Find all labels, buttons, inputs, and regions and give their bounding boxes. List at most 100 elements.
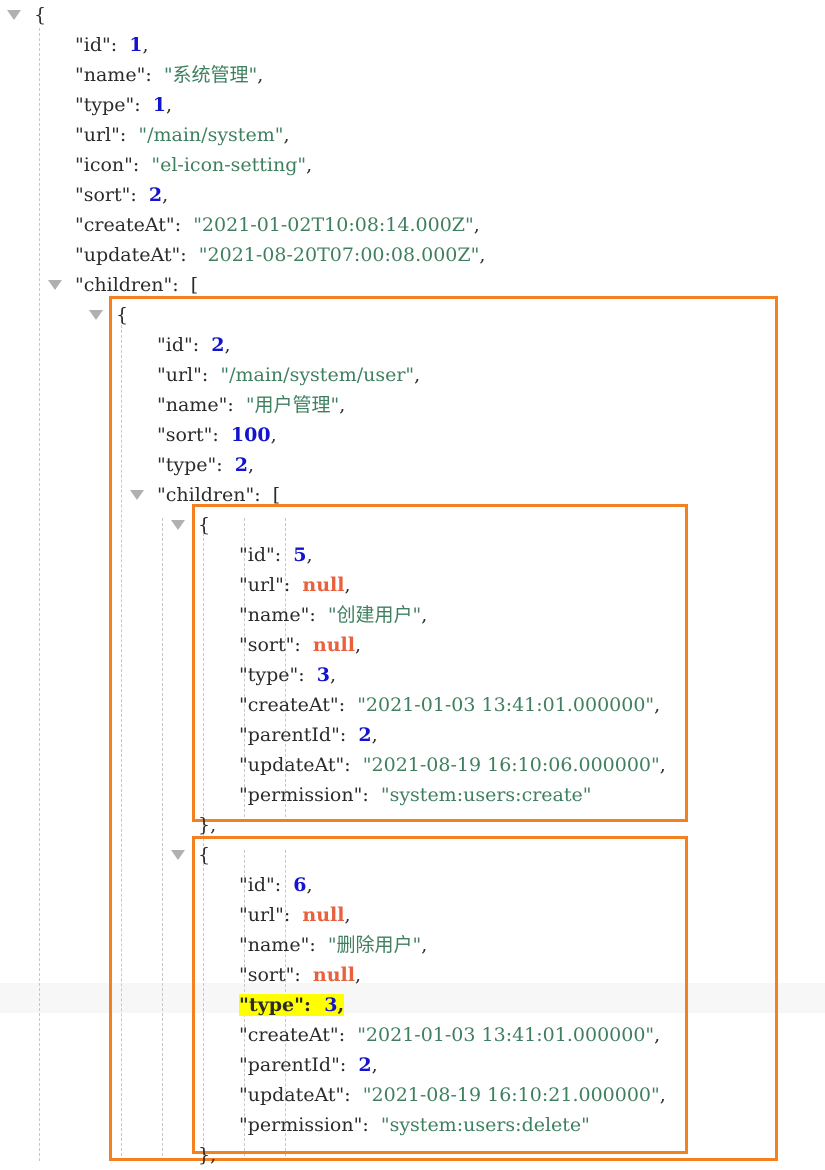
json-line[interactable]: "permission": "system:users:delete" xyxy=(239,1110,590,1140)
json-line[interactable]: "parentId": 2, xyxy=(239,720,378,750)
json-line[interactable]: "children": [ xyxy=(75,270,198,300)
json-line[interactable]: "name": "系统管理", xyxy=(75,60,263,90)
json-line[interactable]: "createAt": "2021-01-03 13:41:01.000000"… xyxy=(239,1020,660,1050)
json-line[interactable]: "createAt": "2021-01-02T10:08:14.000Z", xyxy=(75,210,480,240)
json-punctuation: : xyxy=(344,1084,351,1106)
json-key: "id" xyxy=(157,334,193,356)
json-number: 6 xyxy=(293,874,307,896)
json-punctuation: , xyxy=(473,214,480,236)
chevron-down-icon[interactable] xyxy=(171,520,185,530)
json-number: 3 xyxy=(316,664,330,686)
json-line[interactable]: "type": 3, xyxy=(239,660,336,690)
json-punctuation: : xyxy=(201,364,209,386)
json-punctuation: : xyxy=(274,544,282,566)
json-key: "children" xyxy=(75,274,173,296)
json-punctuation: : xyxy=(119,124,127,146)
json-line[interactable]: "type": 2, xyxy=(157,450,254,480)
json-line[interactable]: "url": null, xyxy=(239,570,351,600)
json-punctuation: : xyxy=(145,64,152,86)
json-key: "children" xyxy=(157,484,255,506)
json-line[interactable]: { xyxy=(198,840,210,870)
json-line[interactable]: "sort": 2, xyxy=(75,180,168,210)
json-punctuation: , xyxy=(224,334,231,356)
json-punctuation: : xyxy=(227,394,234,416)
search-hit: "type": 3, xyxy=(239,994,345,1016)
json-line[interactable]: }, xyxy=(198,1140,216,1170)
json-punctuation: : xyxy=(338,694,346,716)
json-line[interactable]: "sort": null, xyxy=(239,960,361,990)
json-punctuation: : xyxy=(130,184,137,206)
json-key: "type" xyxy=(157,454,217,476)
json-string: "2021-08-20T07:00:08.000Z" xyxy=(198,244,480,266)
json-key: "createAt" xyxy=(239,694,339,716)
json-line[interactable]: "updateAt": "2021-08-19 16:10:06.000000"… xyxy=(239,750,666,780)
json-string: "2021-01-03 13:41:01.000000" xyxy=(357,694,655,716)
json-line[interactable]: "url": "/main/system", xyxy=(75,120,290,150)
json-line[interactable]: "id": 1, xyxy=(75,30,149,60)
json-line[interactable]: "children": [ xyxy=(157,480,280,510)
json-tree-viewer[interactable]: {"id": 1, "name": "系统管理", "type": 1, "url":… xyxy=(0,0,825,1166)
json-line[interactable]: }, xyxy=(198,810,216,840)
json-punctuation: , xyxy=(421,604,428,626)
json-punctuation: , xyxy=(344,904,351,926)
chevron-down-icon[interactable] xyxy=(89,310,103,320)
json-line[interactable]: "id": 6, xyxy=(239,870,313,900)
json-line[interactable]: "url": "/main/system/user", xyxy=(157,360,420,390)
json-punctuation: , xyxy=(654,1024,661,1046)
json-line[interactable]: "sort": null, xyxy=(239,630,361,660)
json-null: null xyxy=(312,634,355,656)
json-line[interactable]: { xyxy=(198,510,210,540)
json-line[interactable]: "name": "创建用户", xyxy=(239,600,427,630)
json-key: "name" xyxy=(239,934,310,956)
json-line[interactable]: "permission": "system:users:create" xyxy=(239,780,591,810)
json-key: "permission" xyxy=(239,784,363,806)
json-punctuation: , xyxy=(371,1054,378,1076)
json-punctuation: : xyxy=(192,334,200,356)
json-null: null xyxy=(312,964,355,986)
json-brace: { xyxy=(34,4,47,26)
json-line[interactable]: "parentId": 2, xyxy=(239,1050,378,1080)
json-punctuation: : xyxy=(174,214,182,236)
json-punctuation: : xyxy=(339,724,347,746)
json-punctuation: : xyxy=(298,664,305,686)
json-punctuation: : xyxy=(362,1114,369,1136)
json-line[interactable]: { xyxy=(116,300,128,330)
json-key: "sort" xyxy=(157,424,213,446)
json-string: "系统管理" xyxy=(163,64,258,86)
json-string: "/main/system" xyxy=(138,124,284,146)
chevron-down-icon[interactable] xyxy=(7,10,21,20)
json-string: "2021-08-19 16:10:21.000000" xyxy=(362,1084,660,1106)
chevron-down-icon[interactable] xyxy=(171,850,185,860)
chevron-down-icon[interactable] xyxy=(48,280,62,290)
json-key: "name" xyxy=(157,394,228,416)
json-null: null xyxy=(302,574,345,596)
json-line[interactable]: "name": "用户管理", xyxy=(157,390,345,420)
json-line[interactable]: "sort": 100, xyxy=(157,420,277,450)
json-key: "permission" xyxy=(239,1114,363,1136)
json-key: "name" xyxy=(75,64,146,86)
json-line[interactable]: "url": null, xyxy=(239,900,351,930)
json-line[interactable]: "type": 3, xyxy=(239,990,345,1020)
json-punctuation: , xyxy=(354,634,362,656)
json-null: null xyxy=(302,904,345,926)
json-line[interactable]: "updateAt": "2021-08-19 16:10:21.000000"… xyxy=(239,1080,666,1110)
json-line[interactable]: { xyxy=(34,0,46,30)
json-string: "删除用户" xyxy=(327,934,422,956)
json-line[interactable]: "name": "删除用户", xyxy=(239,930,427,960)
json-line[interactable]: "icon": "el-icon-setting", xyxy=(75,150,312,180)
chevron-down-icon[interactable] xyxy=(130,490,144,500)
json-key: "id" xyxy=(239,874,275,896)
json-line[interactable]: "updateAt": "2021-08-20T07:00:08.000Z", xyxy=(75,240,485,270)
json-number: 1 xyxy=(129,34,143,56)
json-line[interactable]: "type": 1, xyxy=(75,90,172,120)
json-key: "updateAt" xyxy=(239,754,345,776)
json-string: "system:users:create" xyxy=(380,784,592,806)
json-line[interactable]: "createAt": "2021-01-03 13:41:01.000000"… xyxy=(239,690,660,720)
json-punctuation: , xyxy=(142,34,149,56)
json-punctuation: , xyxy=(166,94,173,116)
json-line[interactable]: "id": 2, xyxy=(157,330,231,360)
json-key: "parentId" xyxy=(239,724,340,746)
json-brace: { xyxy=(116,304,129,326)
json-line[interactable]: "id": 5, xyxy=(239,540,313,570)
json-string: "用户管理" xyxy=(245,394,340,416)
